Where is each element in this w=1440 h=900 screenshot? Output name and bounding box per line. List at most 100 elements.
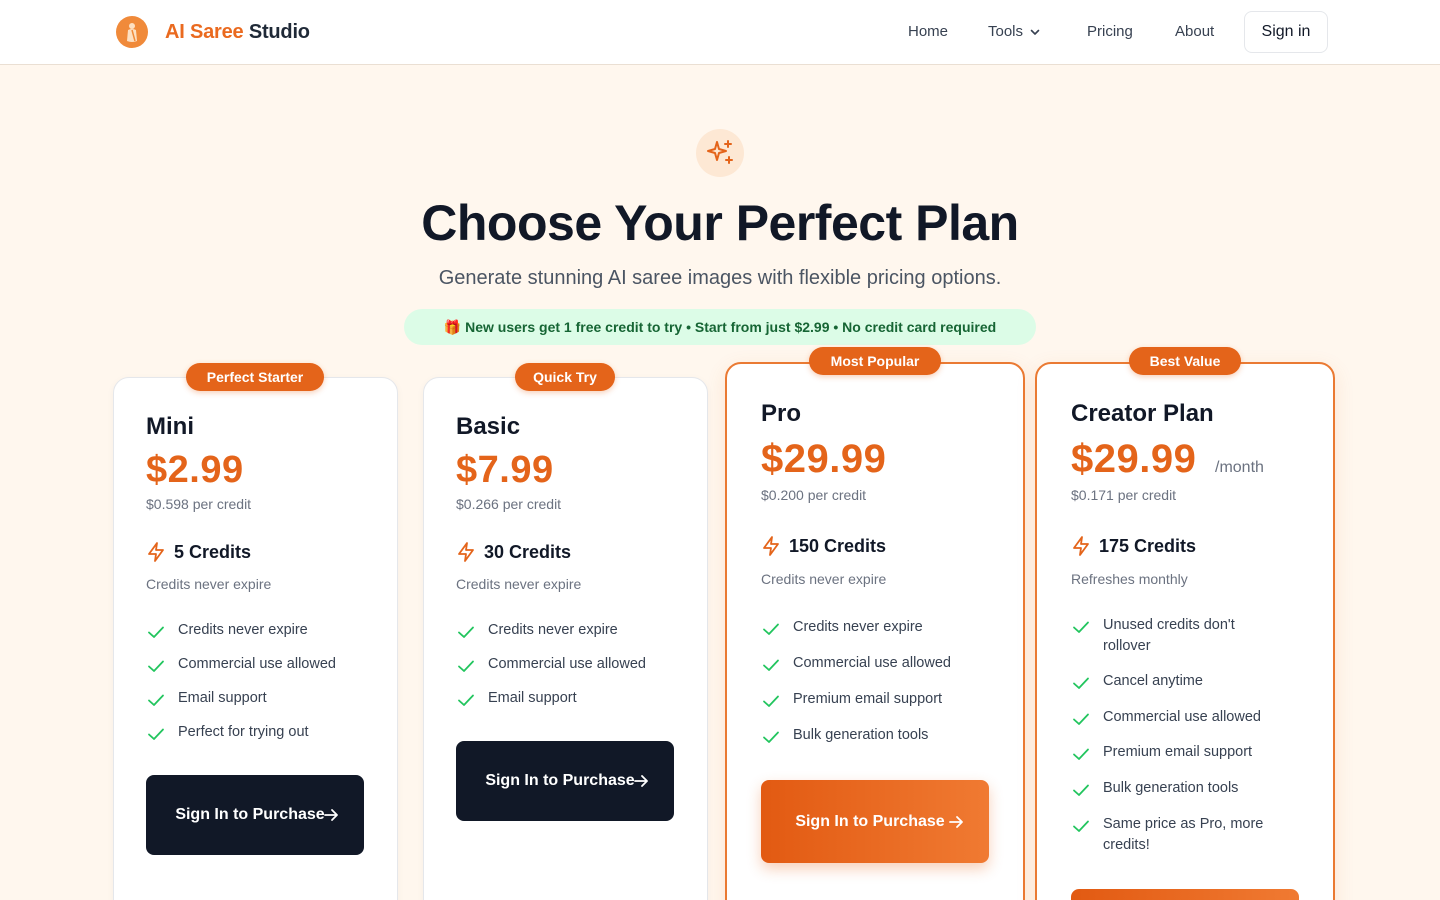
brand-logo[interactable]: AI Saree Studio — [116, 16, 310, 48]
purchase-button-basic[interactable]: Sign In to Purchase — [456, 741, 674, 821]
plan-feature-text: Unused credits don't rollover — [1103, 617, 1235, 654]
plan-feature: Commercial use allowed — [1071, 707, 1286, 729]
plan-feature-text: Cancel anytime — [1103, 673, 1203, 689]
plan-feature: Perfect for trying out — [146, 722, 366, 744]
plan-name-pro: Pro — [761, 400, 802, 427]
lightning-icon — [763, 536, 779, 556]
plan-feature: Same price as Pro, more credits! — [1071, 814, 1286, 856]
lightning-icon — [148, 542, 164, 562]
plan-credits-label: 30 Credits — [484, 541, 572, 562]
plan-feature: Cancel anytime — [1071, 671, 1286, 693]
arrow-right-icon — [324, 809, 338, 821]
plan-feature: Unused credits don't rollover — [1071, 615, 1286, 657]
sparkles-icon — [696, 129, 744, 177]
plan-price-creator: $29.99 — [1071, 437, 1197, 481]
plan-name-mini: Mini — [146, 413, 194, 440]
check-icon — [148, 694, 164, 706]
nav-pricing[interactable]: Pricing — [1087, 23, 1133, 40]
plan-badge-pro: Most Popular — [809, 347, 941, 375]
plan-feature-text: Premium email support — [1103, 744, 1253, 760]
plan-feature: Commercial use allowed — [146, 654, 366, 676]
promo-banner: 🎁 New users get 1 free credit to try • S… — [404, 309, 1036, 345]
plan-price-pro: $29.99 — [761, 437, 887, 481]
top-header: AI Saree Studio Home Tools Pricing About… — [0, 0, 1440, 65]
plan-feature: Premium email support — [761, 689, 991, 711]
check-icon — [763, 731, 779, 743]
plan-feature: Credits never expire — [456, 620, 676, 642]
arrow-right-icon — [634, 775, 648, 787]
plan-feature: Premium email support — [1071, 742, 1286, 764]
purchase-button-creator[interactable] — [1071, 889, 1299, 900]
plan-feature: Bulk generation tools — [1071, 778, 1286, 800]
check-icon — [148, 626, 164, 638]
plan-per-credit-pro: $0.200 per credit — [761, 487, 867, 503]
plan-feature-text: Perfect for trying out — [178, 724, 309, 740]
plan-feature: Bulk generation tools — [761, 725, 991, 747]
sign-in-button[interactable]: Sign in — [1244, 11, 1328, 53]
check-icon — [1073, 621, 1089, 633]
plan-credits-creator: 175 Credits — [1071, 535, 1196, 557]
plan-feature: Email support — [146, 688, 366, 710]
plan-badge-creator: Best Value — [1129, 347, 1241, 375]
chevron-down-icon — [1030, 29, 1040, 35]
plan-credits-basic: 30 Credits — [456, 541, 571, 563]
plan-price-basic: $7.99 — [456, 449, 554, 491]
plan-credits-note-mini: Credits never expire — [146, 576, 272, 592]
page-subtitle: Generate stunning AI saree images with f… — [438, 267, 1002, 289]
lightning-icon — [1073, 536, 1089, 556]
plan-feature-text: Credits never expire — [178, 622, 308, 638]
plan-per-credit-basic: $0.266 per credit — [456, 496, 562, 512]
brand-name-rest: Studio — [248, 20, 310, 43]
page-title: Choose Your Perfect Plan — [421, 195, 1019, 251]
plan-credits-pro: 150 Credits — [761, 535, 886, 557]
lightning-icon — [458, 542, 474, 562]
plan-feature-text: Premium email support — [793, 691, 943, 707]
check-icon — [458, 660, 474, 672]
plan-feature-text: Commercial use allowed — [178, 656, 336, 672]
purchase-button-label: Sign In to Purchase — [795, 812, 945, 830]
plan-name-creator: Creator Plan — [1071, 400, 1214, 427]
brand-name-accent: AI Saree — [165, 20, 244, 43]
plan-badge-basic: Quick Try — [515, 363, 615, 391]
plan-feature-text: Commercial use allowed — [1103, 709, 1261, 725]
plan-per-credit-creator: $0.171 per credit — [1071, 487, 1177, 503]
plan-credits-label: 175 Credits — [1099, 535, 1197, 556]
nav-about[interactable]: About — [1175, 23, 1214, 40]
plan-credits-label: 5 Credits — [174, 541, 252, 562]
check-icon — [1073, 713, 1089, 725]
brand-name: AI Saree Studio — [165, 21, 310, 44]
check-icon — [1073, 784, 1089, 796]
plan-feature-text: Email support — [488, 690, 577, 706]
plan-feature-text: Commercial use allowed — [793, 655, 951, 671]
purchase-button-label: Sign In to Purchase — [175, 806, 325, 823]
plan-feature-text: Commercial use allowed — [488, 656, 646, 672]
plan-credits-mini: 5 Credits — [146, 541, 251, 563]
check-icon — [1073, 677, 1089, 689]
arrow-right-icon — [949, 815, 963, 828]
purchase-button-pro[interactable]: Sign In to Purchase — [761, 780, 989, 863]
plan-feature-text: Bulk generation tools — [1103, 780, 1239, 796]
plan-badge-mini: Perfect Starter — [186, 363, 324, 391]
plan-credits-note-basic: Credits never expire — [456, 576, 582, 592]
nav-tools[interactable]: Tools — [988, 23, 1041, 40]
plan-feature-text: Credits never expire — [793, 619, 923, 635]
check-icon — [458, 694, 474, 706]
plan-feature: Commercial use allowed — [456, 654, 676, 676]
plan-credits-label: 150 Credits — [789, 535, 887, 556]
purchase-button-label: Sign In to Purchase — [485, 772, 635, 789]
nav-home[interactable]: Home — [908, 23, 948, 40]
plan-feature-text: Email support — [178, 690, 267, 706]
nav-tools-label: Tools — [988, 23, 1024, 40]
saree-logo-icon — [116, 16, 148, 48]
check-icon — [458, 626, 474, 638]
check-icon — [1073, 820, 1089, 832]
plan-feature: Email support — [456, 688, 676, 710]
plan-feature: Commercial use allowed — [761, 653, 991, 675]
plan-per-credit-mini: $0.598 per credit — [146, 496, 252, 512]
plan-feature-text: Credits never expire — [488, 622, 618, 638]
plan-feature: Credits never expire — [146, 620, 366, 642]
check-icon — [148, 728, 164, 740]
check-icon — [1073, 748, 1089, 760]
purchase-button-mini[interactable]: Sign In to Purchase — [146, 775, 364, 855]
plan-feature-text: Bulk generation tools — [793, 727, 929, 743]
